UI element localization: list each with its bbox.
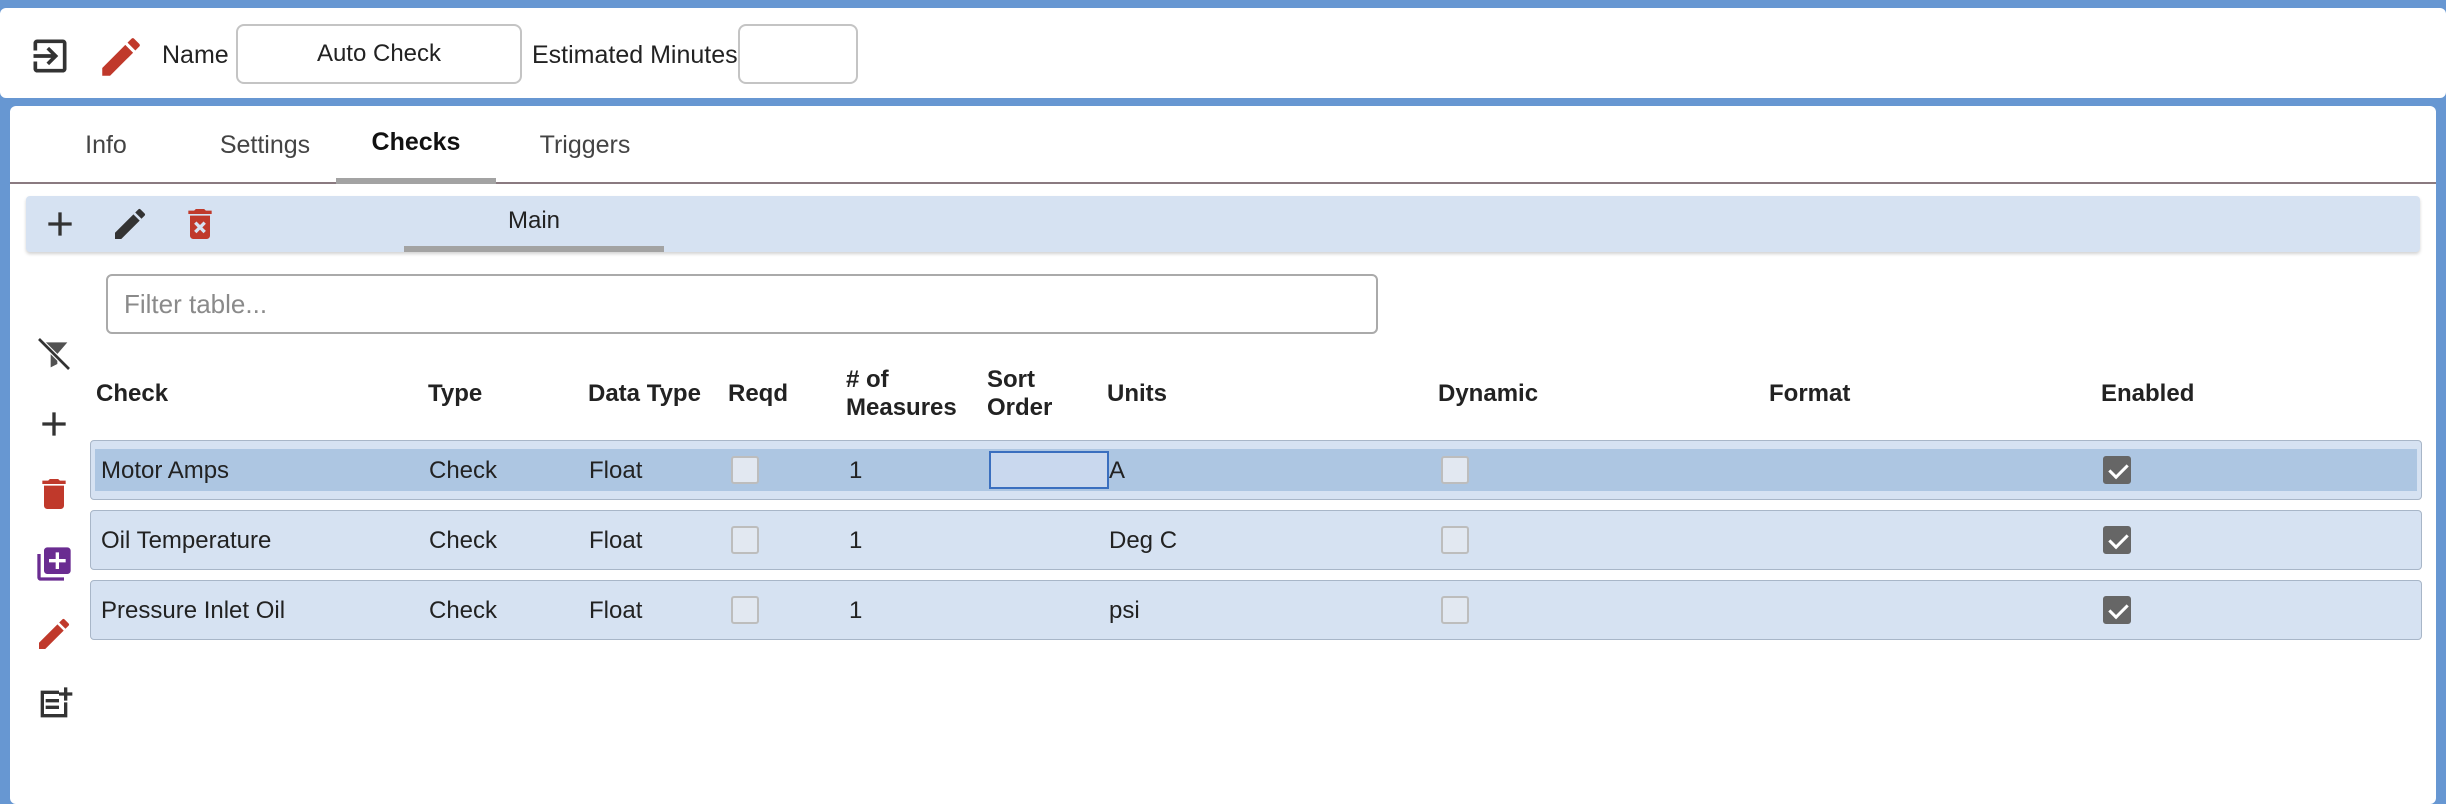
subtab-main[interactable]: Main [404,196,664,252]
cell-check: Pressure Inlet Oil [101,597,286,624]
edit-row-pencil-icon[interactable] [34,614,74,654]
cell-data-type: Float [589,527,643,554]
cell-type: Check [429,597,498,624]
tab-settings[interactable]: Settings [196,106,334,184]
reqd-checkbox[interactable] [731,596,759,624]
main-panel: Info Settings Checks Triggers Main Filte… [10,106,2436,804]
table-row[interactable]: Oil Temperature Check Float 1 Deg C [90,510,2422,570]
cell-check: Motor Amps [101,457,230,484]
subtab-toolbar: Main [26,196,2420,252]
estimated-minutes-input[interactable] [738,24,858,84]
cell-units: Deg C [1109,527,1178,554]
cell-type: Check [429,527,498,554]
edit-subtab-pencil-icon[interactable] [110,204,150,244]
cell-check: Oil Temperature [101,527,272,554]
col-header-data-type[interactable]: Data Type [588,380,701,408]
add-subtab-plus-icon[interactable] [40,204,80,244]
estimated-minutes-label: Estimated Minutes [532,41,738,69]
add-library-icon[interactable] [34,544,74,584]
note-add-icon[interactable] [34,684,74,724]
col-header-sort-order[interactable]: Sort Order [987,366,1052,422]
col-header-sort-line2: Order [987,394,1053,421]
sort-order-cell-editor[interactable] [989,451,1109,489]
enabled-checkbox[interactable] [2103,526,2131,554]
name-label: Name [162,41,229,69]
filter-table-input[interactable] [106,274,1378,334]
col-header-format[interactable]: Format [1769,380,1850,408]
clear-filter-icon[interactable] [34,334,74,374]
cell-measures: 1 [849,457,863,484]
tab-triggers[interactable]: Triggers [520,106,650,184]
add-row-plus-icon[interactable] [34,404,74,444]
delete-subtab-trash-icon[interactable] [180,204,220,244]
dynamic-checkbox[interactable] [1441,596,1469,624]
col-header-check[interactable]: Check [96,380,168,408]
dynamic-checkbox[interactable] [1441,526,1469,554]
col-header-measures-line1: # of [846,366,889,393]
cell-units: A [1109,457,1126,484]
col-header-dynamic[interactable]: Dynamic [1438,380,1538,408]
tab-info[interactable]: Info [50,106,162,184]
cell-measures: 1 [849,597,863,624]
cell-type: Check [429,457,498,484]
cell-measures: 1 [849,527,863,554]
dynamic-checkbox[interactable] [1441,456,1469,484]
col-header-sort-line1: Sort [987,366,1035,393]
table-row[interactable]: Motor Amps Check Float 1 A [90,440,2422,500]
tab-checks[interactable]: Checks [336,106,496,184]
col-header-measures-line2: Measures [846,394,957,421]
enabled-checkbox[interactable] [2103,456,2131,484]
col-header-units[interactable]: Units [1107,380,1167,408]
header-bar: Name Estimated Minutes [0,8,2446,98]
edit-pencil-icon[interactable] [96,32,146,82]
col-header-measures[interactable]: # of Measures [846,366,957,422]
reqd-checkbox[interactable] [731,456,759,484]
col-header-enabled[interactable]: Enabled [2101,380,2194,408]
tab-bar: Info Settings Checks Triggers [10,106,2436,184]
delete-row-trash-icon[interactable] [34,474,74,514]
reqd-checkbox[interactable] [731,526,759,554]
table-row[interactable]: Pressure Inlet Oil Check Float 1 psi [90,580,2422,640]
col-header-reqd[interactable]: Reqd [728,380,788,408]
enabled-checkbox[interactable] [2103,596,2131,624]
cell-units: psi [1109,597,1140,624]
name-input[interactable] [236,24,522,84]
cell-data-type: Float [589,597,643,624]
cell-data-type: Float [589,457,643,484]
exit-icon[interactable] [28,34,72,78]
col-header-type[interactable]: Type [428,380,482,408]
